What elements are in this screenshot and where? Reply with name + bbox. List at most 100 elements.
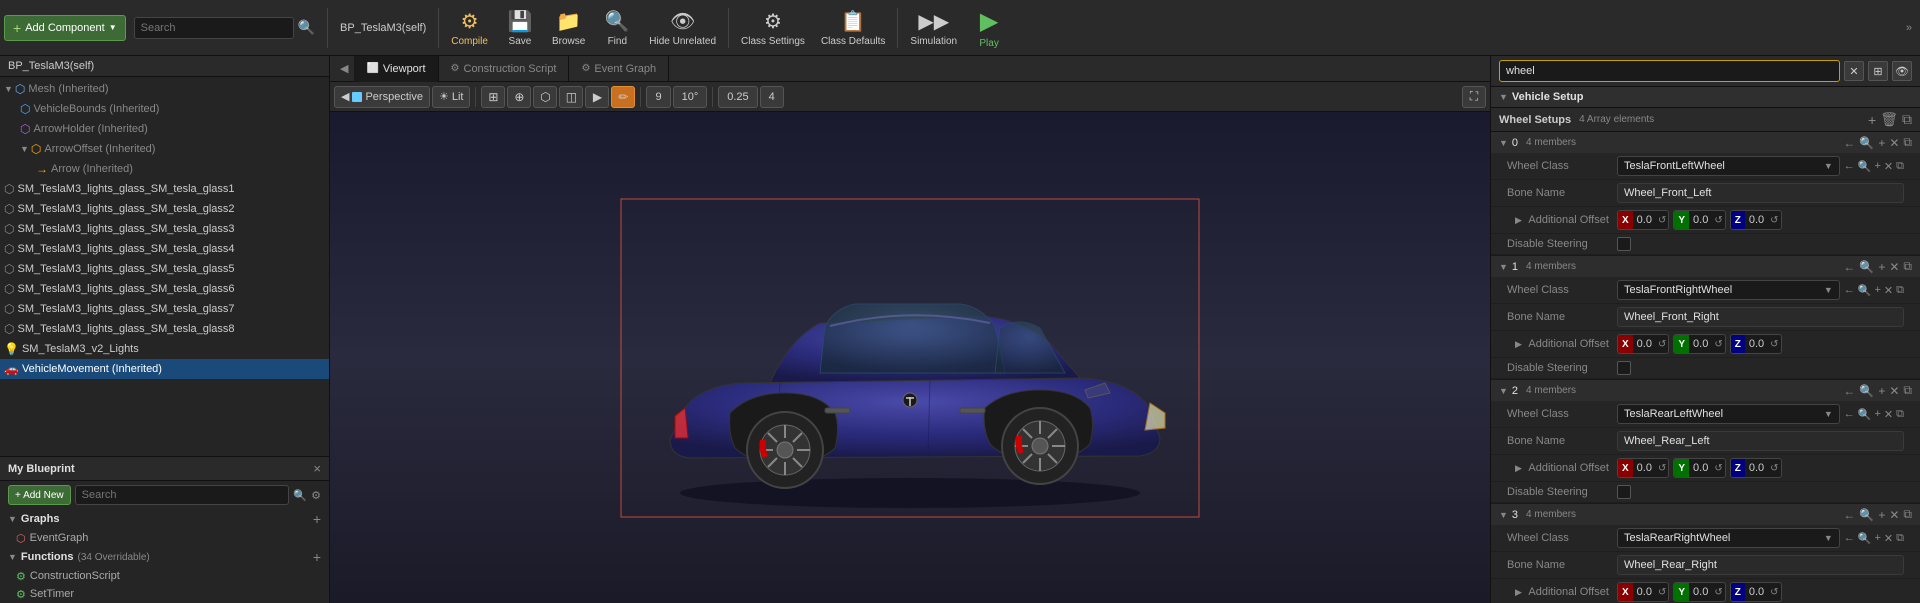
x-reset-0[interactable]: ↺: [1656, 215, 1668, 226]
wg0-nav-button[interactable]: ←: [1843, 136, 1855, 150]
wc0-add-icon[interactable]: +: [1874, 160, 1880, 172]
wg3-search-button[interactable]: 🔍: [1859, 508, 1874, 522]
tree-item[interactable]: 💡 SM_TeslaM3_v2_Lights: [0, 339, 329, 359]
y-reset-0[interactable]: ↺: [1712, 215, 1724, 226]
wc0-nav-icon[interactable]: ←: [1844, 160, 1855, 172]
wheel-class-value-3[interactable]: TeslaRearRightWheel ▼: [1617, 528, 1840, 548]
x-reset-1[interactable]: ↺: [1656, 339, 1668, 350]
find-button[interactable]: 🔍 Find: [593, 3, 641, 53]
tab-construction-script[interactable]: ⚙ Construction Script: [439, 56, 570, 82]
tree-item[interactable]: ⬡ SM_TeslaM3_lights_glass_SM_tesla_glass…: [0, 319, 329, 339]
tab-event-graph[interactable]: ⚙ Event Graph: [569, 56, 669, 82]
wc3-search-icon[interactable]: 🔍: [1858, 532, 1872, 545]
ws-duplicate-button[interactable]: ⧉: [1902, 111, 1912, 128]
scale-snap-button[interactable]: 0.25: [718, 86, 757, 108]
blueprint-search-input[interactable]: [75, 485, 290, 505]
blueprint-search-icon[interactable]: 🔍: [293, 489, 307, 502]
wg1-dup-button[interactable]: ⧉: [1903, 259, 1912, 274]
wc2-search-icon[interactable]: 🔍: [1858, 408, 1872, 421]
perspective-button[interactable]: ◀ Perspective: [334, 86, 430, 108]
wg2-close-button[interactable]: ✕: [1889, 384, 1899, 398]
wheel-class-value-2[interactable]: TeslaRearLeftWheel ▼: [1617, 404, 1840, 424]
y-reset-3[interactable]: ↺: [1712, 587, 1724, 598]
wg2-dup-button[interactable]: ⧉: [1903, 383, 1912, 398]
wg2-search-button[interactable]: 🔍: [1859, 384, 1874, 398]
x-field-2[interactable]: X 0.0 ↺: [1617, 458, 1669, 478]
wc3-clear-icon[interactable]: ✕: [1884, 532, 1893, 545]
tree-item[interactable]: ⬡ SM_TeslaM3_lights_glass_SM_tesla_glass…: [0, 259, 329, 279]
grid-snap-button[interactable]: 9: [646, 86, 670, 108]
wheel-group-3-header[interactable]: ▼ 3 4 members ← 🔍 + ✕ ⧉: [1491, 504, 1920, 525]
class-settings-button[interactable]: ⚙ Class Settings: [733, 3, 813, 53]
wc0-dup-icon[interactable]: ⧉: [1896, 160, 1904, 173]
set-timer-item[interactable]: ⚙ SetTimer: [0, 585, 329, 603]
vehicle-setup-header[interactable]: ▼ Vehicle Setup: [1491, 87, 1920, 108]
wg0-add-button[interactable]: +: [1878, 136, 1885, 150]
wg0-dup-button[interactable]: ⧉: [1903, 135, 1912, 150]
wg3-nav-button[interactable]: ←: [1843, 508, 1855, 522]
wc0-clear-icon[interactable]: ✕: [1884, 160, 1893, 173]
right-panel-search-input[interactable]: [1499, 60, 1840, 82]
wheel-class-value-1[interactable]: TeslaFrontRightWheel ▼: [1617, 280, 1840, 300]
bone-name-value-2[interactable]: Wheel_Rear_Left: [1617, 431, 1904, 451]
wc2-dup-icon[interactable]: ⧉: [1896, 408, 1904, 421]
z-reset-1[interactable]: ↺: [1768, 339, 1780, 350]
y-field-3[interactable]: Y 0.0 ↺: [1673, 582, 1725, 602]
rotation-snap-button[interactable]: 10°: [673, 86, 708, 108]
x-reset-2[interactable]: ↺: [1656, 463, 1668, 474]
tree-item[interactable]: ⬡ SM_TeslaM3_lights_glass_SM_tesla_glass…: [0, 199, 329, 219]
lit-button[interactable]: ☀ Lit: [432, 86, 471, 108]
construction-script-item[interactable]: ⚙ ConstructionScript: [0, 567, 329, 585]
tree-item[interactable]: ⬡ SM_TeslaM3_lights_glass_SM_tesla_glass…: [0, 179, 329, 199]
simulation-button[interactable]: ▶▶ Simulation: [902, 3, 965, 53]
component-search-input[interactable]: [134, 17, 294, 39]
wc2-add-icon[interactable]: +: [1874, 408, 1880, 420]
offset-arrow-icon-1[interactable]: ▶: [1515, 339, 1522, 349]
offset-arrow-icon-3[interactable]: ▶: [1515, 587, 1522, 597]
bone-name-value-1[interactable]: Wheel_Front_Right: [1617, 307, 1904, 327]
wg3-add-button[interactable]: +: [1878, 508, 1885, 522]
show-grid-button[interactable]: ⊞: [481, 86, 505, 108]
tree-item[interactable]: ⬡ SM_TeslaM3_lights_glass_SM_tesla_glass…: [0, 299, 329, 319]
wc2-clear-icon[interactable]: ✕: [1884, 408, 1893, 421]
world-transform-button[interactable]: ⊕: [507, 86, 531, 108]
functions-section-header[interactable]: ▼ Functions (34 Overridable) +: [0, 547, 329, 567]
graphs-add-button[interactable]: +: [313, 511, 321, 527]
brush-button[interactable]: ✏: [611, 86, 635, 108]
wc3-dup-icon[interactable]: ⧉: [1896, 532, 1904, 545]
tab-viewport[interactable]: ⬜ Viewport: [354, 56, 438, 82]
blueprint-close-button[interactable]: ×: [313, 461, 321, 476]
camera-speed-button[interactable]: ◫: [559, 86, 583, 108]
z-reset-3[interactable]: ↺: [1768, 587, 1780, 598]
tree-item[interactable]: ⬡ SM_TeslaM3_lights_glass_SM_tesla_glass…: [0, 239, 329, 259]
hide-unrelated-button[interactable]: 👁 Hide Unrelated: [641, 3, 724, 53]
wg2-add-button[interactable]: +: [1878, 384, 1885, 398]
rp-close-button[interactable]: ✕: [1844, 61, 1864, 81]
z-field-1[interactable]: Z 0.0 ↺: [1730, 334, 1782, 354]
y-field-1[interactable]: Y 0.0 ↺: [1673, 334, 1725, 354]
y-field-0[interactable]: Y 0.0 ↺: [1673, 210, 1725, 230]
y-reset-1[interactable]: ↺: [1712, 339, 1724, 350]
z-field-3[interactable]: Z 0.0 ↺: [1730, 582, 1782, 602]
wg3-dup-button[interactable]: ⧉: [1903, 507, 1912, 522]
compile-button[interactable]: ⚙ Compile: [443, 3, 496, 53]
expand-panel-button[interactable]: »: [1902, 18, 1916, 38]
y-reset-2[interactable]: ↺: [1712, 463, 1724, 474]
tree-item[interactable]: ▼ ⬡ ArrowOffset (Inherited): [0, 139, 329, 159]
camera-fov-button[interactable]: 4: [760, 86, 784, 108]
x-field-1[interactable]: X 0.0 ↺: [1617, 334, 1669, 354]
wc1-search-icon[interactable]: 🔍: [1858, 284, 1872, 297]
rp-grid-button[interactable]: ⊞: [1868, 61, 1888, 81]
rp-filter-button[interactable]: 👁: [1892, 61, 1912, 81]
tree-item[interactable]: ⬡ SM_TeslaM3_lights_glass_SM_tesla_glass…: [0, 279, 329, 299]
bone-name-value-3[interactable]: Wheel_Rear_Right: [1617, 555, 1904, 575]
x-field-3[interactable]: X 0.0 ↺: [1617, 582, 1669, 602]
ws-add-button[interactable]: +: [1868, 112, 1876, 128]
disable-steering-checkbox-0[interactable]: [1617, 237, 1631, 251]
wheel-class-value-0[interactable]: TeslaFrontLeftWheel ▼: [1617, 156, 1840, 176]
wc1-add-icon[interactable]: +: [1874, 284, 1880, 296]
vehicle-movement-item[interactable]: 🚗 VehicleMovement (Inherited): [0, 359, 329, 379]
ws-clear-button[interactable]: 🗑: [1880, 111, 1898, 128]
wheel-group-2-header[interactable]: ▼ 2 4 members ← 🔍 + ✕ ⧉: [1491, 380, 1920, 401]
z-field-0[interactable]: Z 0.0 ↺: [1730, 210, 1782, 230]
